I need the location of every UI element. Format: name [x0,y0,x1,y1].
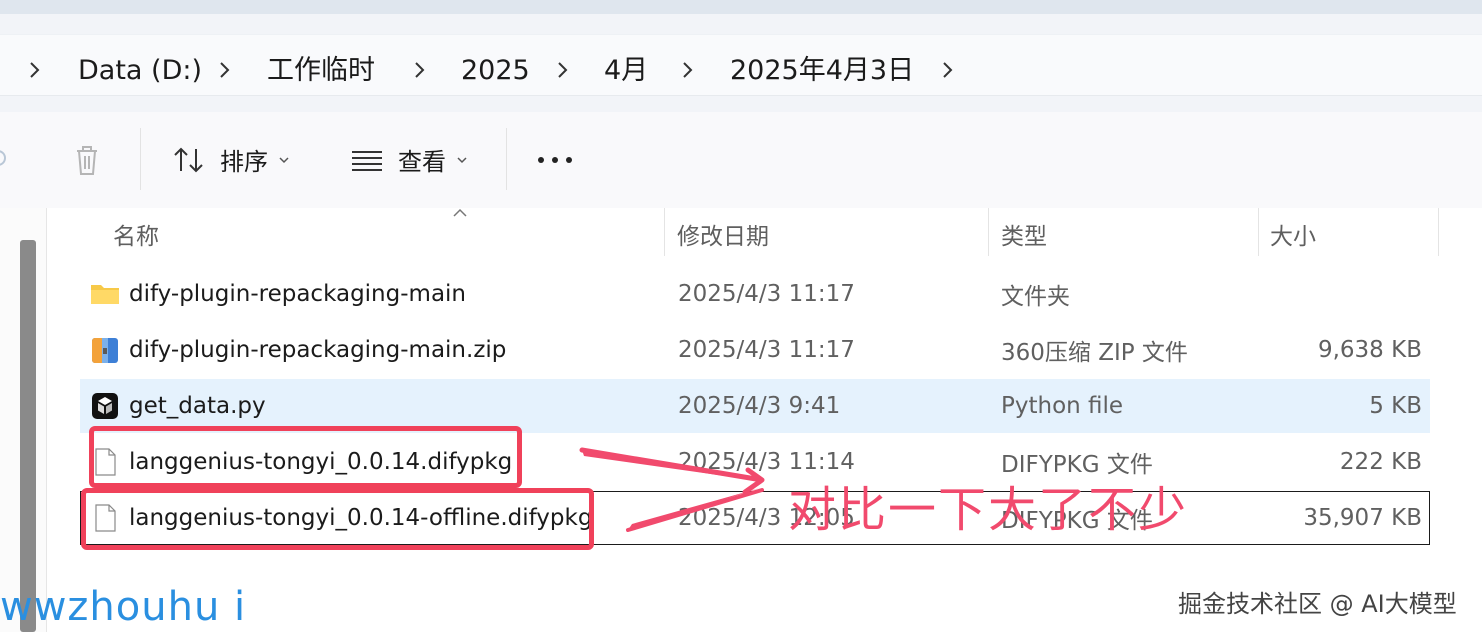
watermark-left: wwzhouhu i [0,584,247,630]
annotation-arrows [579,447,765,532]
annotation-text: 对比一下大了不少 [788,482,1189,538]
watermark-right: 掘金技术社区 @ AI大模型 [1178,590,1457,618]
